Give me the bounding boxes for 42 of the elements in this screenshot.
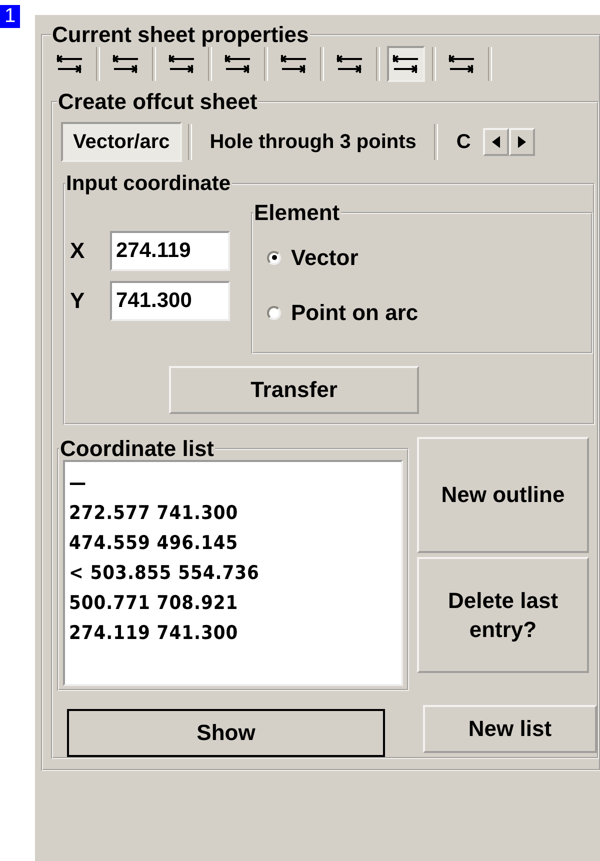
radio-button[interactable]	[267, 250, 281, 265]
dimension-icon	[336, 54, 364, 74]
dimension-icon	[280, 54, 308, 74]
x-input[interactable]: 274.119	[110, 231, 230, 272]
radio-label: Point on arc	[291, 300, 418, 326]
list-item[interactable]: 500.771 708.921	[69, 588, 397, 618]
radio-label: Vector	[291, 244, 358, 271]
dimension-icon	[112, 54, 140, 74]
dimension-icon	[224, 54, 252, 74]
group-title: Coordinate list	[59, 437, 216, 460]
tab[interactable]: Hole through 3 points	[198, 122, 428, 162]
list-item[interactable]: < 503.855 554.736	[69, 558, 397, 588]
coordinate-list[interactable]: — 272.577 741.300 474.559 496.145 < 503.855 554.736 500.771 708.921 274.119 741.300	[63, 460, 403, 686]
dimension-icon	[392, 54, 420, 74]
group-title: Create offcut sheet	[57, 90, 258, 114]
x-label: X	[69, 238, 86, 264]
scroll-left-button[interactable]	[482, 128, 509, 156]
transfer-button[interactable]: Transfer	[169, 366, 419, 414]
scroll-right-button[interactable]	[508, 128, 535, 156]
new-list-button[interactable]: New list	[423, 705, 597, 754]
group-title: Current sheet properties	[51, 23, 310, 46]
group-title: Input coordinate	[65, 173, 232, 196]
dimension-icon	[168, 54, 196, 74]
tab[interactable]: Vector/arc	[61, 122, 182, 162]
dimension-icon	[56, 54, 84, 74]
list-item[interactable]: —	[69, 468, 397, 498]
new-outline-button[interactable]: New outline	[417, 437, 589, 554]
group-title: Element	[253, 201, 341, 224]
y-input[interactable]: 741.300	[110, 281, 230, 322]
right-arrow-icon	[518, 136, 526, 148]
list-item[interactable]: 272.577 741.300	[69, 498, 397, 528]
show-button[interactable]: Show	[67, 709, 385, 758]
y-label: Y	[69, 288, 86, 314]
delete-entry-button[interactable]: Delete last entry?	[417, 557, 589, 674]
list-item[interactable]: 474.559 496.145	[69, 528, 397, 558]
dimension-icon	[448, 54, 476, 74]
step-badge: 1	[0, 5, 20, 28]
left-arrow-icon	[492, 136, 500, 148]
tab[interactable]: C	[444, 122, 483, 162]
toolbar-button[interactable]	[387, 46, 425, 82]
radio-button[interactable]	[267, 306, 281, 320]
list-item[interactable]: 274.119 741.300	[69, 618, 397, 648]
